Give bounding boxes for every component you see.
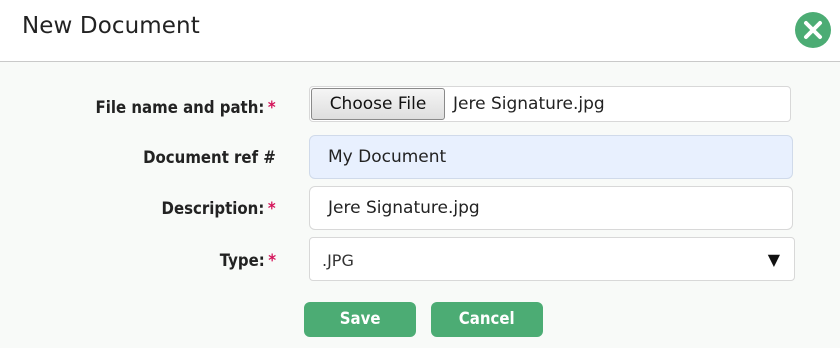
dialog-header: New Document	[0, 0, 840, 62]
file-label-text: File name and path:	[95, 98, 265, 118]
description-value: Jere Signature.jpg	[328, 198, 480, 218]
close-x-icon	[804, 21, 822, 39]
dropdown-arrow-icon: ▼	[767, 250, 780, 269]
description-label: Description: *	[162, 199, 276, 219]
type-selected-value: .JPG	[322, 251, 354, 270]
file-label: File name and path: *	[96, 98, 276, 118]
dialog-title: New Document	[22, 13, 200, 39]
selected-file-name: Jere Signature.jpg	[453, 94, 605, 114]
cancel-button[interactable]: Cancel	[431, 302, 543, 337]
required-mark: *	[268, 98, 276, 118]
save-button[interactable]: Save	[304, 302, 416, 337]
type-label: Type: *	[220, 251, 276, 271]
required-mark: *	[268, 251, 276, 271]
docref-label: Document ref #	[143, 148, 276, 168]
new-document-dialog: New Document File name and path: * Choose…	[0, 0, 840, 348]
save-button-label: Save	[339, 309, 381, 329]
type-label-text: Type:	[219, 251, 265, 271]
type-select[interactable]: .JPG ▼	[309, 237, 795, 281]
docref-label-text: Document ref #	[143, 148, 276, 168]
description-label-text: Description:	[161, 199, 265, 219]
description-input[interactable]: Jere Signature.jpg	[309, 186, 793, 230]
file-input[interactable]: Choose File Jere Signature.jpg	[309, 86, 791, 122]
required-mark: *	[268, 199, 276, 219]
cancel-button-label: Cancel	[459, 309, 515, 329]
close-button[interactable]	[795, 12, 831, 48]
document-ref-value: My Document	[328, 147, 447, 167]
document-ref-input[interactable]: My Document	[309, 135, 793, 179]
choose-file-button[interactable]: Choose File	[311, 88, 445, 120]
